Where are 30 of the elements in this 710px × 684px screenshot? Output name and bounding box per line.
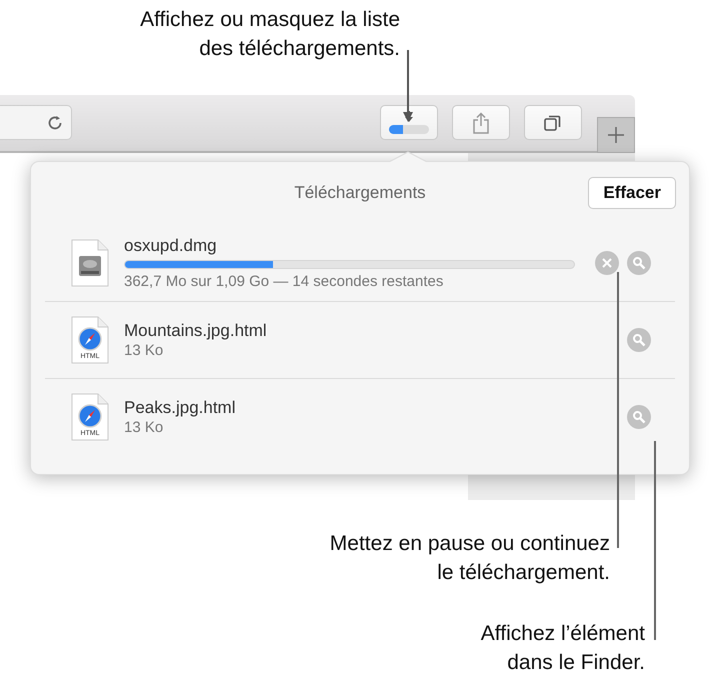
close-icon[interactable] bbox=[602, 258, 612, 268]
share-button[interactable] bbox=[452, 105, 510, 140]
search-icon[interactable] bbox=[632, 256, 646, 270]
callout-text: Affichez l’élément dans le Finder. bbox=[480, 621, 645, 676]
file-details: 362,7 Mo sur 1,09 Go — 14 secondes restantes bbox=[124, 272, 444, 290]
downloads-button[interactable] bbox=[380, 105, 438, 140]
tabs-button[interactable] bbox=[524, 105, 582, 140]
file-name: Peaks.jpg.html bbox=[124, 397, 236, 418]
address-field[interactable] bbox=[0, 105, 72, 140]
callout-text: Affichez ou masquez la liste des téléchargements. bbox=[140, 7, 400, 62]
search-icon[interactable] bbox=[632, 333, 646, 347]
plus-icon[interactable] bbox=[607, 126, 625, 144]
file-name: Mountains.jpg.html bbox=[124, 320, 268, 341]
file-details: 13 Ko bbox=[124, 418, 164, 437]
callout-text: Mettez en pause ou continuez le téléchargement. bbox=[330, 531, 610, 586]
html-file-icon bbox=[71, 393, 109, 441]
new-tab-button[interactable] bbox=[597, 117, 635, 153]
file-name: osxupd.dmg bbox=[124, 234, 218, 256]
reveal-in-finder-button[interactable] bbox=[627, 250, 651, 274]
popover-title: Téléchargements bbox=[294, 182, 426, 204]
stop-button[interactable] bbox=[595, 250, 619, 274]
disk-image-file-icon bbox=[71, 238, 109, 286]
share-icon bbox=[472, 112, 490, 134]
tabs-icon bbox=[543, 112, 563, 132]
reveal-in-finder-button[interactable] bbox=[627, 328, 651, 352]
html-file-icon bbox=[71, 316, 109, 364]
search-icon[interactable] bbox=[632, 410, 646, 424]
clear-button[interactable]: Effacer bbox=[588, 177, 676, 208]
file-details: 13 Ko bbox=[124, 341, 164, 360]
reveal-in-finder-button[interactable] bbox=[627, 405, 651, 429]
